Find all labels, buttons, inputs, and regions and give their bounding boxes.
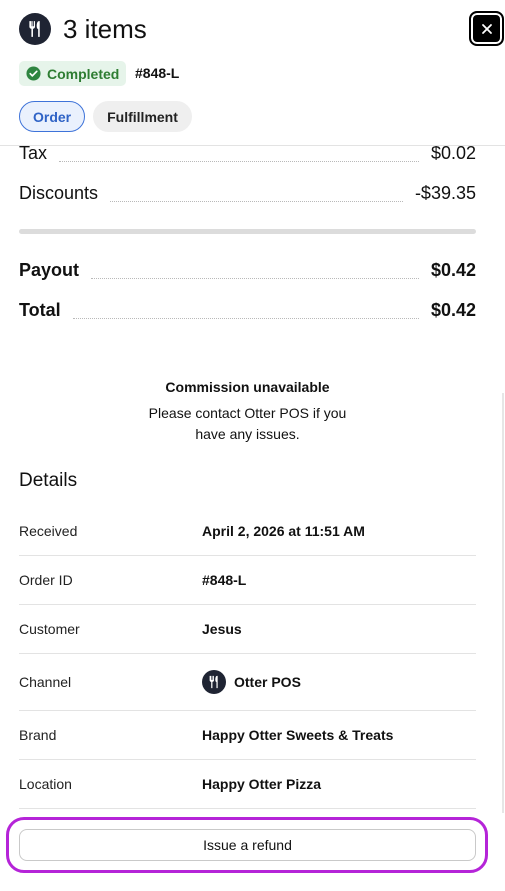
detail-value: #848-L [202, 572, 247, 588]
scrollbar[interactable] [502, 393, 504, 813]
detail-value: Happy Otter Pizza [202, 776, 322, 792]
issue-refund-button[interactable]: Issue a refund [19, 829, 476, 861]
discounts-amount: -$39.35 [414, 183, 476, 203]
details-heading: Details [19, 470, 78, 491]
discounts-label: Discounts [19, 183, 99, 203]
status-label: Completed [47, 65, 120, 82]
detail-row-channel: Channel Otter POS [19, 654, 476, 711]
fork-knife-icon [19, 13, 51, 45]
panel-header: 3 items Completed #848-L Order Fulfillme… [0, 0, 505, 146]
commission-title: Commission unavailable [165, 379, 330, 395]
detail-label: Channel [19, 674, 72, 690]
total-amount: $0.42 [430, 300, 476, 320]
detail-value: Happy Otter Sweets & Treats [202, 727, 394, 743]
detail-label: Customer [19, 621, 80, 637]
commission-message: Please contact Otter POS if you have any… [148, 405, 347, 442]
dot-leader [91, 278, 419, 279]
tab-bar: Order Fulfillment [19, 101, 192, 132]
detail-row-brand: Brand Happy Otter Sweets & Treats [19, 711, 476, 760]
payout-amount: $0.42 [430, 260, 476, 280]
detail-label: Brand [19, 727, 57, 743]
dot-leader [59, 161, 419, 162]
order-number: #848-L [135, 65, 180, 81]
detail-label: Order ID [19, 572, 73, 588]
detail-row-received: Received April 2, 2026 at 11:51 AM [19, 508, 476, 556]
detail-value: April 2, 2026 at 11:51 AM [202, 523, 365, 539]
detail-value: Jesus [202, 621, 242, 637]
channel-name: Otter POS [234, 674, 301, 690]
close-button[interactable] [469, 11, 504, 46]
detail-row-location: Location Happy Otter Pizza [19, 760, 476, 809]
discounts-row: Discounts -$39.35 [19, 182, 476, 204]
summary-divider [19, 229, 476, 234]
channel-value: Otter POS [202, 670, 301, 694]
total-row: Total $0.42 [19, 299, 476, 321]
detail-row-order-id: Order ID #848-L [19, 556, 476, 605]
dot-leader [110, 201, 403, 202]
status-badge: Completed [19, 61, 127, 86]
close-icon [481, 23, 492, 34]
payout-label: Payout [19, 260, 80, 280]
detail-row-customer: Customer Jesus [19, 605, 476, 654]
payout-row: Payout $0.42 [19, 259, 476, 281]
page-title: 3 items [63, 14, 147, 44]
tab-fulfillment[interactable]: Fulfillment [93, 101, 192, 132]
dot-leader [72, 318, 419, 319]
detail-label: Received [19, 523, 78, 539]
detail-label: Location [19, 776, 72, 792]
total-label: Total [19, 300, 61, 320]
tab-order[interactable]: Order [19, 101, 86, 132]
check-circle-icon [26, 66, 41, 81]
fork-knife-icon [202, 670, 226, 694]
